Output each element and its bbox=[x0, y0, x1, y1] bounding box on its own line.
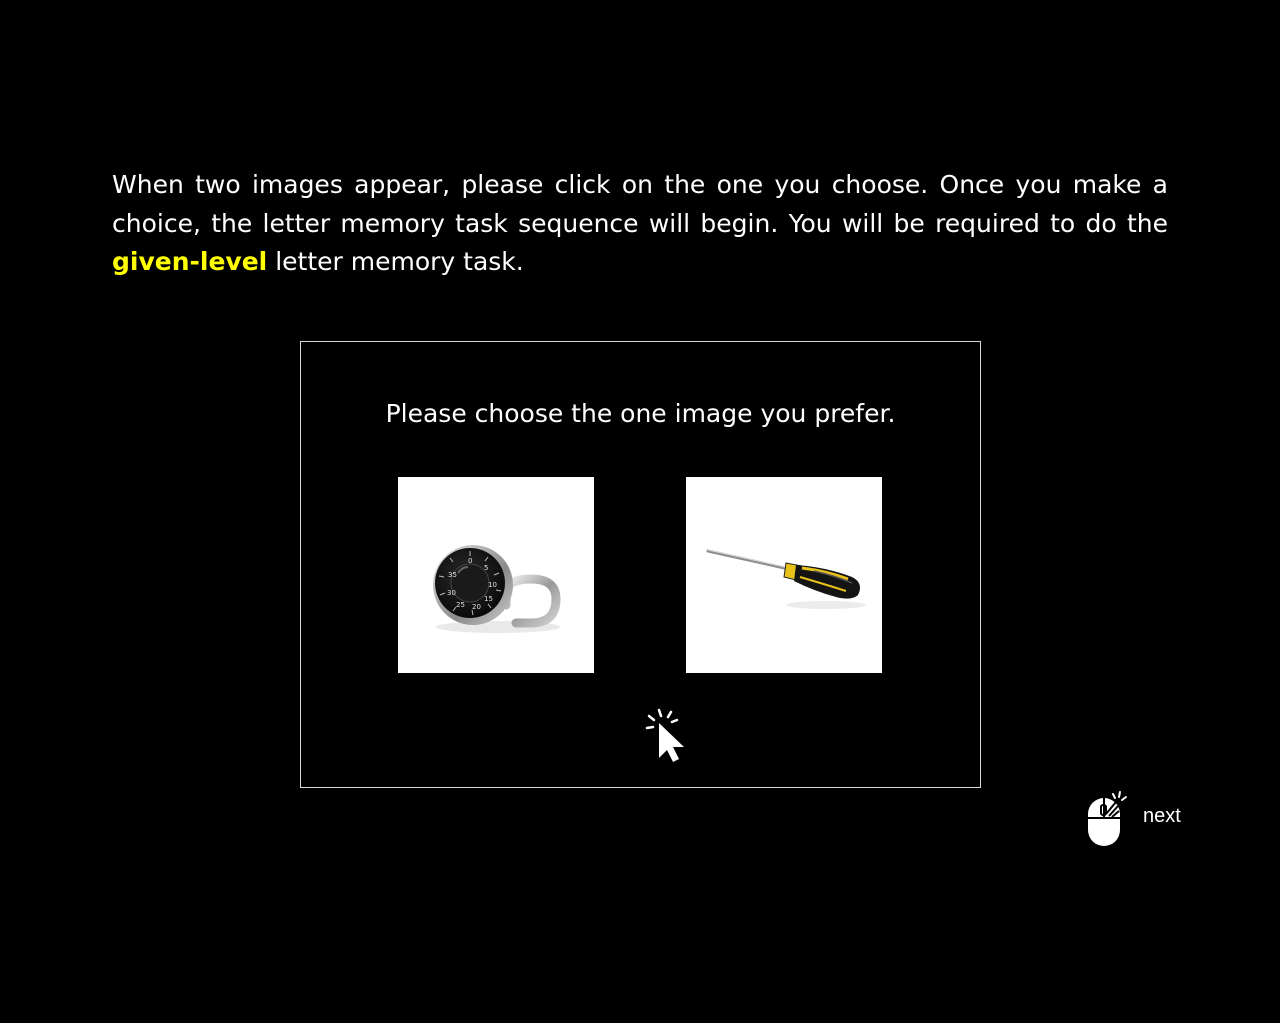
instruction-part-2: letter memory task. bbox=[267, 247, 524, 276]
svg-text:25: 25 bbox=[456, 601, 465, 609]
mouse-click-icon bbox=[1088, 791, 1127, 846]
instruction-highlight: given-level bbox=[112, 247, 268, 276]
click-pointer-icon bbox=[645, 708, 684, 762]
svg-text:5: 5 bbox=[484, 564, 488, 572]
choice-prompt: Please choose the one image you prefer. bbox=[385, 399, 896, 428]
svg-text:15: 15 bbox=[484, 595, 493, 603]
choice-image-screwdriver[interactable] bbox=[686, 477, 882, 673]
svg-text:10: 10 bbox=[488, 581, 497, 589]
svg-text:35: 35 bbox=[448, 571, 457, 579]
svg-text:30: 30 bbox=[447, 589, 456, 597]
next-button[interactable]: next bbox=[1084, 790, 1194, 850]
svg-text:0: 0 bbox=[468, 557, 472, 565]
combination-padlock-icon: 0 5 10 15 20 25 30 35 bbox=[433, 545, 561, 633]
screwdriver-icon bbox=[706, 549, 866, 609]
example-choice-panel: Please choose the one image you prefer. bbox=[300, 341, 981, 788]
instruction-text: When two images appear, please click on … bbox=[112, 166, 1168, 282]
svg-text:20: 20 bbox=[472, 603, 481, 611]
instruction-part-1: When two images appear, please click on … bbox=[112, 170, 1168, 238]
choice-image-padlock[interactable]: 0 5 10 15 20 25 30 35 bbox=[398, 477, 594, 673]
next-label: next bbox=[1143, 805, 1181, 827]
